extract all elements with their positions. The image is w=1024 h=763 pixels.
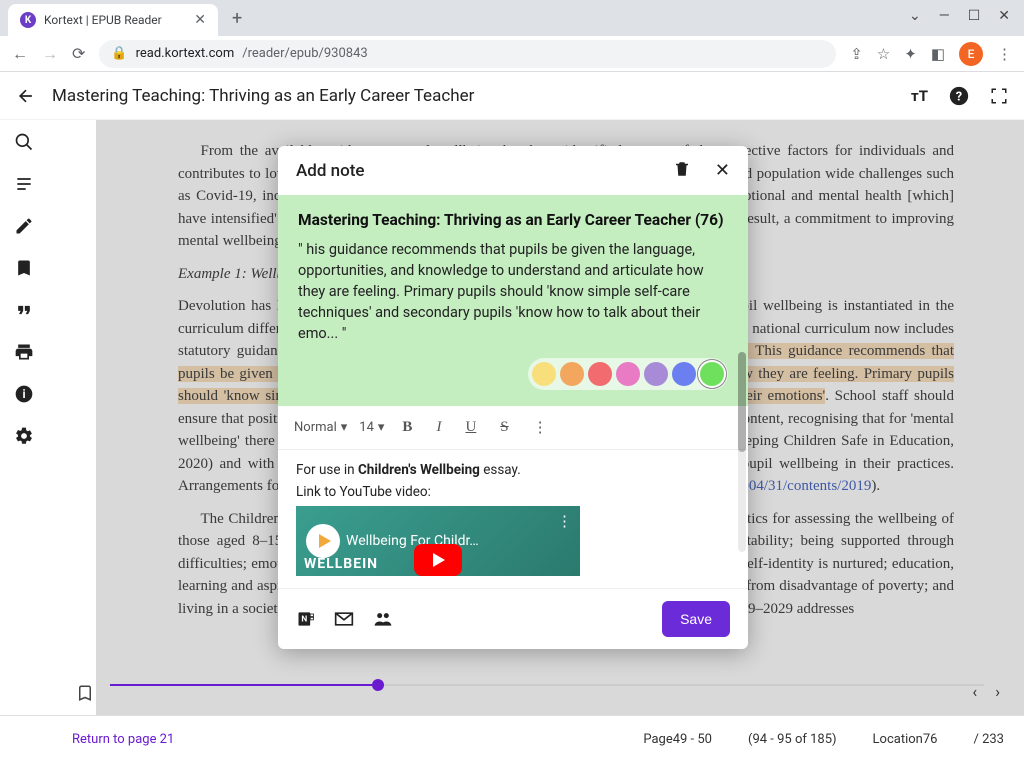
color-yellow[interactable] — [532, 362, 556, 386]
modal-title: Add note — [296, 161, 365, 181]
extensions-icon[interactable]: ✦ — [904, 45, 917, 63]
nav-back-icon[interactable]: ← — [12, 44, 28, 64]
fullscreen-icon[interactable] — [990, 87, 1008, 105]
caret-down-icon[interactable]: ⌄ — [909, 8, 921, 24]
quote-source-title: Mastering Teaching: Thriving as an Early… — [298, 211, 728, 229]
browser-tab-strip: K Kortext | EPUB Reader ✕ + ⌄ — ☐ ✕ — [0, 0, 1024, 36]
toc-icon[interactable] — [14, 174, 34, 194]
location-number: 76 — [923, 732, 938, 747]
page-range: (94 - 95 of 185) — [748, 732, 837, 747]
next-page-icon[interactable]: › — [995, 682, 1000, 701]
editor-toolbar: Normal ▾ 14 ▾ B I U S ⋮ — [278, 406, 748, 450]
bold-button[interactable]: B — [396, 417, 418, 438]
minimize-icon[interactable]: — — [939, 8, 950, 24]
chevron-down-icon: ▾ — [341, 420, 348, 435]
tab-close-icon[interactable]: ✕ — [194, 12, 206, 28]
bookmarks-icon[interactable] — [14, 258, 34, 278]
close-window-icon[interactable]: ✕ — [998, 8, 1010, 24]
new-tab-button[interactable]: + — [226, 8, 248, 29]
bookmark-outline-icon[interactable] — [76, 684, 94, 702]
color-orange[interactable] — [560, 362, 584, 386]
onenote-icon[interactable]: N — [296, 609, 316, 629]
highlight-quote: Mastering Teaching: Thriving as an Early… — [278, 195, 748, 406]
help-icon[interactable]: ? — [948, 85, 970, 107]
lock-icon: 🔒 — [111, 46, 127, 61]
color-green-selected[interactable] — [700, 362, 724, 386]
svg-text:i: i — [22, 387, 25, 401]
italic-button[interactable]: I — [430, 417, 447, 438]
chevron-down-icon: ▾ — [378, 420, 385, 435]
book-title: Mastering Teaching: Thriving as an Early… — [52, 86, 474, 106]
font-size-select[interactable]: 14 ▾ — [359, 420, 384, 435]
reader-back-icon[interactable] — [16, 86, 36, 106]
underline-button[interactable]: U — [459, 417, 482, 438]
more-format-icon[interactable]: ⋮ — [527, 416, 554, 439]
reader-footer: ‹ › Return to page 21 Page49 - 50 (94 - … — [0, 715, 1024, 763]
url-input[interactable]: 🔒 read.kortext.com/reader/epub/930843 — [99, 40, 836, 68]
reader-sidebar: i — [0, 120, 48, 715]
search-icon[interactable] — [14, 132, 34, 152]
svg-text:N: N — [301, 615, 307, 625]
favicon: K — [20, 12, 36, 28]
pencil-icon[interactable] — [14, 216, 34, 236]
bookmark-star-icon[interactable]: ☆ — [877, 45, 890, 63]
color-pink[interactable] — [616, 362, 640, 386]
info-icon[interactable]: i — [14, 384, 34, 404]
color-blue[interactable] — [672, 362, 696, 386]
add-note-modal: Add note ✕ Mastering Teaching: Thriving … — [278, 146, 748, 649]
text-size-icon[interactable]: тT — [911, 87, 928, 105]
reader-header: Mastering Teaching: Thriving as an Early… — [0, 72, 1024, 120]
share-group-icon[interactable] — [372, 609, 394, 629]
address-bar: ← → ⟳ 🔒 read.kortext.com/reader/epub/930… — [0, 36, 1024, 72]
paragraph-style-select[interactable]: Normal ▾ — [294, 420, 347, 435]
delete-icon[interactable] — [673, 160, 691, 181]
return-to-page-link[interactable]: Return to page 21 — [72, 732, 174, 747]
panel-icon[interactable]: ◧ — [931, 45, 945, 63]
progress-slider[interactable] — [110, 684, 984, 686]
svg-text:?: ? — [956, 89, 962, 104]
print-icon[interactable] — [14, 342, 34, 362]
color-purple[interactable] — [644, 362, 668, 386]
strike-button[interactable]: S — [494, 417, 514, 438]
profile-avatar[interactable]: E — [959, 42, 983, 66]
nav-reload-icon[interactable]: ⟳ — [72, 44, 85, 63]
url-path: /reader/epub/930843 — [242, 46, 367, 61]
modal-scrollbar[interactable] — [738, 352, 746, 552]
youtube-play-icon — [414, 544, 462, 576]
highlight-color-picker — [528, 358, 728, 390]
share-icon[interactable]: ⇪ — [850, 45, 863, 63]
close-icon[interactable]: ✕ — [715, 160, 730, 181]
color-red[interactable] — [588, 362, 612, 386]
maximize-icon[interactable]: ☐ — [968, 8, 981, 24]
tab-title: Kortext | EPUB Reader — [44, 13, 162, 27]
total-pages: / 233 — [973, 732, 1004, 747]
email-icon[interactable] — [334, 609, 354, 629]
nav-forward-icon[interactable]: → — [42, 44, 58, 64]
window-controls: ⌄ — ☐ ✕ — [895, 0, 1024, 32]
video-embed[interactable]: Wellbeing For Childr… ⋮ WELLBEIN — [296, 506, 580, 576]
browser-tab[interactable]: K Kortext | EPUB Reader ✕ — [8, 4, 218, 36]
play-icon — [306, 524, 340, 558]
prev-page-icon[interactable]: ‹ — [972, 682, 977, 701]
quote-text: " his guidance recommends that pupils be… — [298, 239, 728, 344]
note-editor[interactable]: For use in Children's Wellbeing essay. L… — [278, 450, 748, 588]
quote-icon[interactable] — [14, 300, 34, 320]
url-host: read.kortext.com — [136, 46, 235, 61]
save-button[interactable]: Save — [662, 601, 730, 637]
browser-menu-icon[interactable]: ⋮ — [997, 45, 1012, 63]
settings-icon[interactable] — [14, 426, 34, 446]
page-number: 49 - 50 — [673, 732, 712, 747]
